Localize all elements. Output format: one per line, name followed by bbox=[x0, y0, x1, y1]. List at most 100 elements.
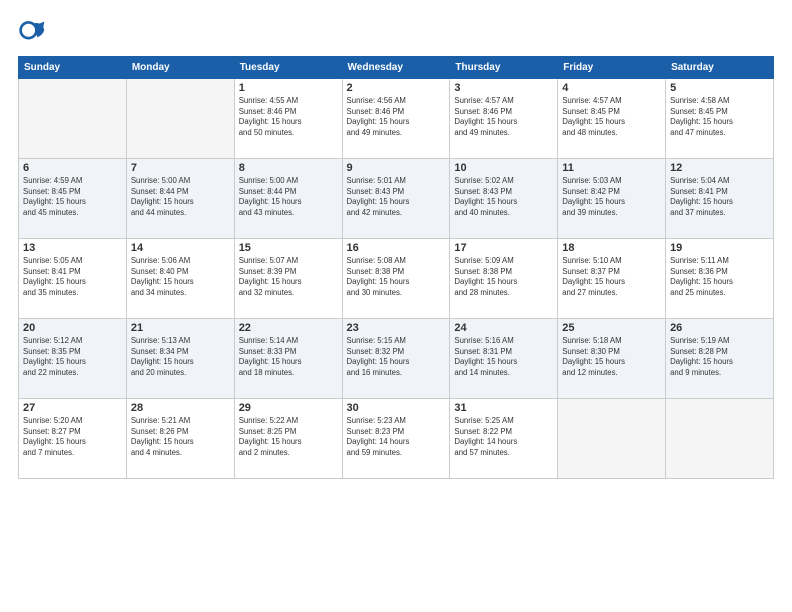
day-info: Sunrise: 5:22 AMSunset: 8:25 PMDaylight:… bbox=[239, 416, 338, 458]
calendar-cell: 11 Sunrise: 5:03 AMSunset: 8:42 PMDayligh… bbox=[558, 159, 666, 239]
weekday-header-tuesday: Tuesday bbox=[234, 57, 342, 79]
day-number: 7 bbox=[131, 162, 230, 174]
day-info: Sunrise: 5:14 AMSunset: 8:33 PMDaylight:… bbox=[239, 336, 338, 378]
page: SundayMondayTuesdayWednesdayThursdayFrid… bbox=[0, 0, 792, 612]
day-info: Sunrise: 5:00 AMSunset: 8:44 PMDaylight:… bbox=[131, 176, 230, 218]
weekday-header-thursday: Thursday bbox=[450, 57, 558, 79]
day-info: Sunrise: 4:57 AMSunset: 8:45 PMDaylight:… bbox=[562, 96, 661, 138]
calendar-cell: 6Sunrise: 4:59 AMSunset: 8:45 PMDaylight… bbox=[19, 159, 127, 239]
calendar-cell: 3 Sunrise: 4:57 AMSunset: 8:46 PMDaylight… bbox=[450, 79, 558, 159]
day-number: 1 bbox=[239, 82, 338, 94]
day-number: 16 bbox=[347, 242, 446, 254]
calendar-cell: 16 Sunrise: 5:08 AMSunset: 8:38 PMDayligh… bbox=[342, 239, 450, 319]
day-info: Sunrise: 5:16 AMSunset: 8:31 PMDaylight:… bbox=[454, 336, 553, 378]
day-info: Sunrise: 5:21 AMSunset: 8:26 PMDaylight:… bbox=[131, 416, 230, 458]
day-info: Sunrise: 5:10 AMSunset: 8:37 PMDaylight:… bbox=[562, 256, 661, 298]
day-number: 21 bbox=[131, 322, 230, 334]
calendar-cell: 10 Sunrise: 5:02 AMSunset: 8:43 PMDayligh… bbox=[450, 159, 558, 239]
calendar: SundayMondayTuesdayWednesdayThursdayFrid… bbox=[18, 56, 774, 479]
day-number: 11 bbox=[562, 162, 661, 174]
day-number: 25 bbox=[562, 322, 661, 334]
day-number: 18 bbox=[562, 242, 661, 254]
day-number: 13 bbox=[23, 242, 122, 254]
calendar-cell: 20 Sunrise: 5:12 AMSunset: 8:35 PMDayligh… bbox=[19, 319, 127, 399]
weekday-header-wednesday: Wednesday bbox=[342, 57, 450, 79]
calendar-cell: 30Sunrise: 5:23 AMSunset: 8:23 PMDayligh… bbox=[342, 399, 450, 479]
week-row-1: 1 Sunrise: 4:55 AMSunset: 8:46 PMDaylight… bbox=[19, 79, 774, 159]
calendar-cell: 18 Sunrise: 5:10 AMSunset: 8:37 PMDayligh… bbox=[558, 239, 666, 319]
day-info: Sunrise: 5:25 AMSunset: 8:22 PMDaylight:… bbox=[454, 416, 553, 458]
week-row-2: 6Sunrise: 4:59 AMSunset: 8:45 PMDaylight… bbox=[19, 159, 774, 239]
day-number: 5 bbox=[670, 82, 769, 94]
calendar-cell: 2 Sunrise: 4:56 AMSunset: 8:46 PMDaylight… bbox=[342, 79, 450, 159]
day-number: 29 bbox=[239, 402, 338, 414]
calendar-cell: 25 Sunrise: 5:18 AMSunset: 8:30 PMDayligh… bbox=[558, 319, 666, 399]
day-info: Sunrise: 5:12 AMSunset: 8:35 PMDaylight:… bbox=[23, 336, 122, 378]
day-info: Sunrise: 5:08 AMSunset: 8:38 PMDaylight:… bbox=[347, 256, 446, 298]
day-info: Sunrise: 5:03 AMSunset: 8:42 PMDaylight:… bbox=[562, 176, 661, 218]
day-info: Sunrise: 5:20 AMSunset: 8:27 PMDaylight:… bbox=[23, 416, 122, 458]
day-number: 31 bbox=[454, 402, 553, 414]
day-info: Sunrise: 4:57 AMSunset: 8:46 PMDaylight:… bbox=[454, 96, 553, 138]
day-number: 3 bbox=[454, 82, 553, 94]
day-number: 2 bbox=[347, 82, 446, 94]
day-number: 4 bbox=[562, 82, 661, 94]
day-number: 23 bbox=[347, 322, 446, 334]
day-number: 8 bbox=[239, 162, 338, 174]
calendar-cell: 17Sunrise: 5:09 AMSunset: 8:38 PMDayligh… bbox=[450, 239, 558, 319]
day-info: Sunrise: 4:56 AMSunset: 8:46 PMDaylight:… bbox=[347, 96, 446, 138]
calendar-cell bbox=[666, 399, 774, 479]
day-number: 12 bbox=[670, 162, 769, 174]
calendar-cell: 19 Sunrise: 5:11 AMSunset: 8:36 PMDayligh… bbox=[666, 239, 774, 319]
day-number: 28 bbox=[131, 402, 230, 414]
calendar-cell: 23 Sunrise: 5:15 AMSunset: 8:32 PMDayligh… bbox=[342, 319, 450, 399]
day-info: Sunrise: 5:15 AMSunset: 8:32 PMDaylight:… bbox=[347, 336, 446, 378]
day-number: 19 bbox=[670, 242, 769, 254]
calendar-cell bbox=[19, 79, 127, 159]
calendar-cell bbox=[126, 79, 234, 159]
calendar-cell: 9Sunrise: 5:01 AMSunset: 8:43 PMDaylight… bbox=[342, 159, 450, 239]
day-number: 17 bbox=[454, 242, 553, 254]
calendar-cell: 26 Sunrise: 5:19 AMSunset: 8:28 PMDayligh… bbox=[666, 319, 774, 399]
day-number: 26 bbox=[670, 322, 769, 334]
calendar-cell: 5Sunrise: 4:58 AMSunset: 8:45 PMDaylight… bbox=[666, 79, 774, 159]
weekday-header-row: SundayMondayTuesdayWednesdayThursdayFrid… bbox=[19, 57, 774, 79]
day-number: 22 bbox=[239, 322, 338, 334]
day-info: Sunrise: 5:11 AMSunset: 8:36 PMDaylight:… bbox=[670, 256, 769, 298]
calendar-cell: 12 Sunrise: 5:04 AMSunset: 8:41 PMDayligh… bbox=[666, 159, 774, 239]
day-info: Sunrise: 5:05 AMSunset: 8:41 PMDaylight:… bbox=[23, 256, 122, 298]
calendar-cell: 31 Sunrise: 5:25 AMSunset: 8:22 PMDayligh… bbox=[450, 399, 558, 479]
day-info: Sunrise: 5:19 AMSunset: 8:28 PMDaylight:… bbox=[670, 336, 769, 378]
calendar-cell: 24 Sunrise: 5:16 AMSunset: 8:31 PMDayligh… bbox=[450, 319, 558, 399]
week-row-4: 20 Sunrise: 5:12 AMSunset: 8:35 PMDayligh… bbox=[19, 319, 774, 399]
week-row-5: 27Sunrise: 5:20 AMSunset: 8:27 PMDayligh… bbox=[19, 399, 774, 479]
day-number: 9 bbox=[347, 162, 446, 174]
day-info: Sunrise: 5:04 AMSunset: 8:41 PMDaylight:… bbox=[670, 176, 769, 218]
calendar-cell: 7 Sunrise: 5:00 AMSunset: 8:44 PMDaylight… bbox=[126, 159, 234, 239]
weekday-header-saturday: Saturday bbox=[666, 57, 774, 79]
calendar-cell bbox=[558, 399, 666, 479]
logo-icon bbox=[18, 18, 46, 46]
calendar-cell: 28 Sunrise: 5:21 AMSunset: 8:26 PMDayligh… bbox=[126, 399, 234, 479]
calendar-cell: 29 Sunrise: 5:22 AMSunset: 8:25 PMDayligh… bbox=[234, 399, 342, 479]
calendar-cell: 13 Sunrise: 5:05 AMSunset: 8:41 PMDayligh… bbox=[19, 239, 127, 319]
day-info: Sunrise: 5:18 AMSunset: 8:30 PMDaylight:… bbox=[562, 336, 661, 378]
weekday-header-friday: Friday bbox=[558, 57, 666, 79]
weekday-header-sunday: Sunday bbox=[19, 57, 127, 79]
calendar-cell: 4 Sunrise: 4:57 AMSunset: 8:45 PMDaylight… bbox=[558, 79, 666, 159]
day-info: Sunrise: 5:00 AMSunset: 8:44 PMDaylight:… bbox=[239, 176, 338, 218]
logo bbox=[18, 18, 50, 46]
weekday-header-monday: Monday bbox=[126, 57, 234, 79]
day-info: Sunrise: 5:02 AMSunset: 8:43 PMDaylight:… bbox=[454, 176, 553, 218]
calendar-cell: 14Sunrise: 5:06 AMSunset: 8:40 PMDayligh… bbox=[126, 239, 234, 319]
day-number: 10 bbox=[454, 162, 553, 174]
day-number: 20 bbox=[23, 322, 122, 334]
day-info: Sunrise: 4:59 AMSunset: 8:45 PMDaylight:… bbox=[23, 176, 122, 218]
calendar-cell: 8 Sunrise: 5:00 AMSunset: 8:44 PMDaylight… bbox=[234, 159, 342, 239]
day-info: Sunrise: 5:06 AMSunset: 8:40 PMDaylight:… bbox=[131, 256, 230, 298]
calendar-cell: 1 Sunrise: 4:55 AMSunset: 8:46 PMDaylight… bbox=[234, 79, 342, 159]
day-info: Sunrise: 4:55 AMSunset: 8:46 PMDaylight:… bbox=[239, 96, 338, 138]
calendar-cell: 21Sunrise: 5:13 AMSunset: 8:34 PMDayligh… bbox=[126, 319, 234, 399]
day-number: 30 bbox=[347, 402, 446, 414]
day-number: 24 bbox=[454, 322, 553, 334]
